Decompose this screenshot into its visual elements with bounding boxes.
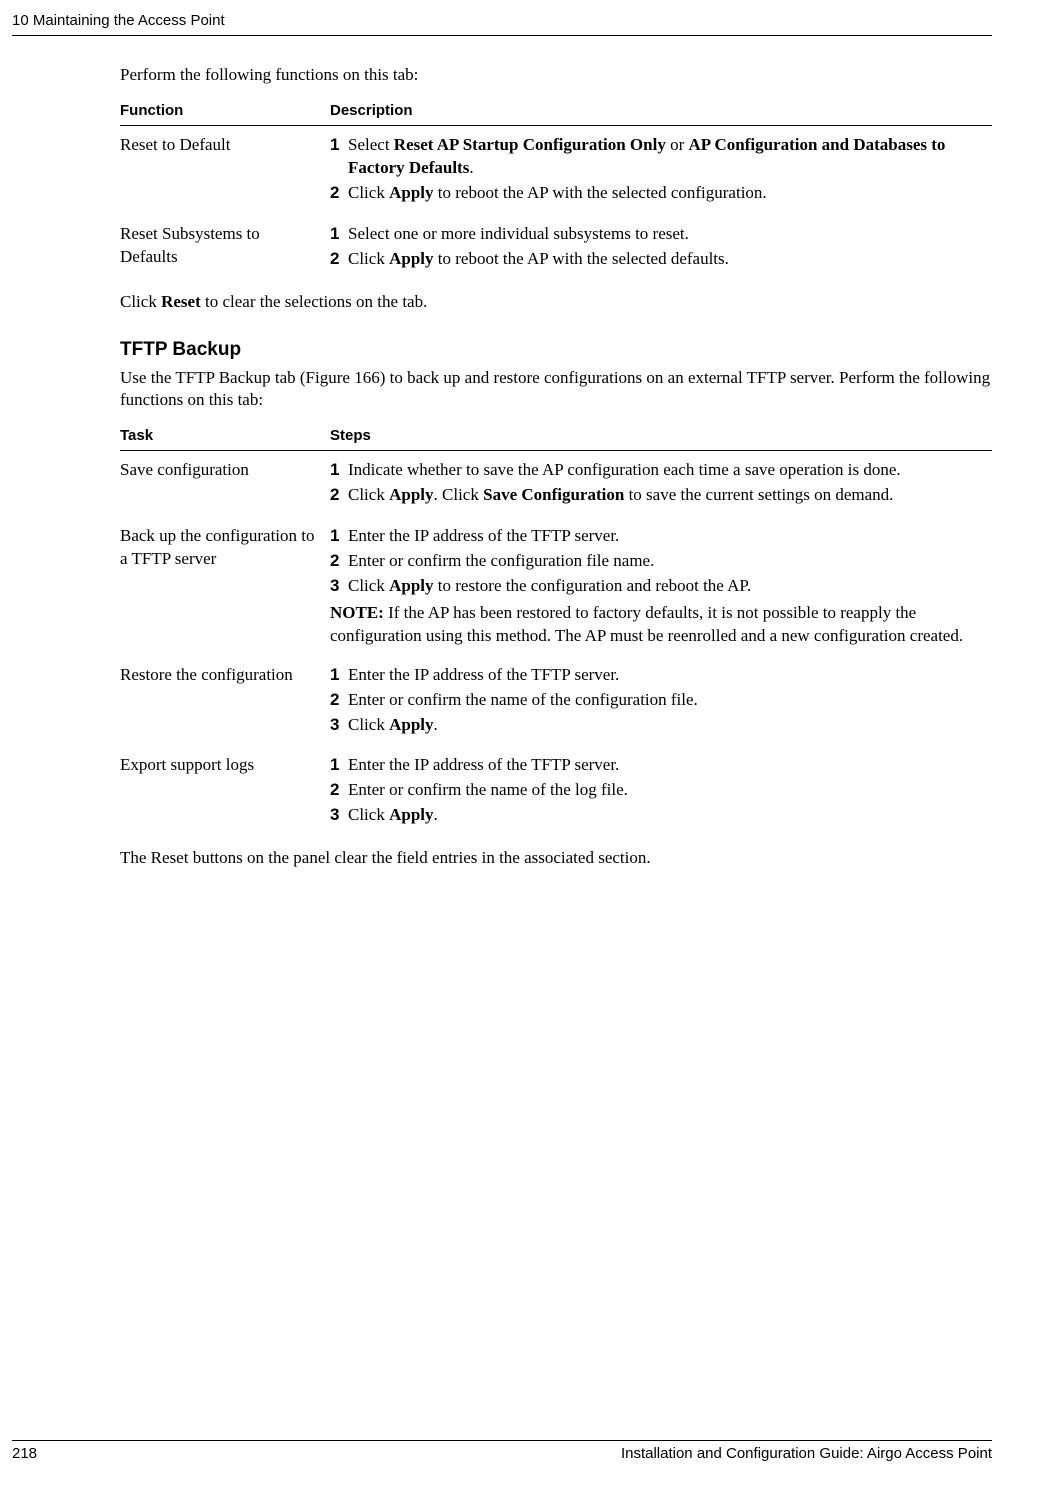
step-text-pre: Click bbox=[348, 183, 389, 202]
step-text: Click Apply to reboot the AP with the se… bbox=[348, 182, 982, 205]
note-label: NOTE: bbox=[330, 603, 384, 622]
table2-row3-task: Export support logs bbox=[120, 746, 330, 837]
step-text-bold: Apply bbox=[389, 715, 433, 734]
step-text: Enter the IP address of the TFTP server. bbox=[348, 664, 982, 687]
step-text-mid: . bbox=[434, 715, 438, 734]
table-row: Reset to Default 1 Select Reset AP Start… bbox=[120, 126, 992, 215]
chapter-title: 10 Maintaining the Access Point bbox=[12, 12, 225, 29]
step-text-pre: Click bbox=[348, 485, 389, 504]
table-row: Export support logs 1 Enter the IP addre… bbox=[120, 746, 992, 837]
step-number: 3 bbox=[330, 714, 348, 737]
table2-header-steps: Steps bbox=[330, 421, 992, 451]
note-text: If the AP has been restored to factory d… bbox=[330, 603, 963, 645]
note-block: NOTE: If the AP has been restored to fac… bbox=[330, 602, 982, 648]
after-table2-paragraph: The Reset buttons on the panel clear the… bbox=[120, 847, 992, 869]
step-number: 1 bbox=[330, 754, 348, 777]
tftp-backup-heading: TFTP Backup bbox=[120, 339, 992, 361]
step-text-bold: Apply bbox=[389, 249, 433, 268]
main-content: Perform the following functions on this … bbox=[120, 64, 992, 869]
table2-header-task: Task bbox=[120, 421, 330, 451]
step-text-bold: Apply bbox=[389, 576, 433, 595]
step-text-bold2: Save Configuration bbox=[483, 485, 624, 504]
step-number: 1 bbox=[330, 134, 348, 180]
table2-row1-task: Back up the configuration to a TFTP serv… bbox=[120, 517, 330, 656]
step-number: 2 bbox=[330, 182, 348, 205]
table2-row2-steps: 1 Enter the IP address of the TFTP serve… bbox=[330, 656, 992, 747]
step-text-pre: Click bbox=[348, 715, 389, 734]
step-text-mid: or bbox=[666, 135, 689, 154]
step-number: 2 bbox=[330, 779, 348, 802]
step-text-post: . bbox=[469, 158, 473, 177]
after-table1-paragraph: Click Reset to clear the selections on t… bbox=[120, 291, 992, 313]
intro-paragraph-1: Perform the following functions on this … bbox=[120, 64, 992, 86]
step-text-bold: Reset AP Startup Configuration Only bbox=[394, 135, 666, 154]
step-number: 2 bbox=[330, 689, 348, 712]
after-table1-post: to clear the selections on the tab. bbox=[201, 292, 428, 311]
step-text: Click Apply to reboot the AP with the se… bbox=[348, 248, 982, 271]
step-text-bold: Apply bbox=[389, 485, 433, 504]
step-text: Enter the IP address of the TFTP server. bbox=[348, 525, 982, 548]
table2-row2-task: Restore the configuration bbox=[120, 656, 330, 747]
table1-row0-description: 1 Select Reset AP Startup Configuration … bbox=[330, 126, 992, 215]
step-text: Enter or confirm the name of the log fil… bbox=[348, 779, 982, 802]
table-row: Reset Subsystems to Defaults 1 Select on… bbox=[120, 215, 992, 281]
table-row: Restore the configuration 1 Enter the IP… bbox=[120, 656, 992, 747]
step-text: Click Apply. Click Save Configuration to… bbox=[348, 484, 982, 507]
step-text-pre: Click bbox=[348, 249, 389, 268]
step-number: 1 bbox=[330, 223, 348, 246]
table-row: Back up the configuration to a TFTP serv… bbox=[120, 517, 992, 656]
step-text-bold: Apply bbox=[389, 183, 433, 202]
step-text-pre: Select bbox=[348, 135, 394, 154]
step-text: Enter or confirm the name of the configu… bbox=[348, 689, 982, 712]
step-text-pre: Click bbox=[348, 576, 389, 595]
table1-row0-function: Reset to Default bbox=[120, 126, 330, 215]
page-footer: 218 Installation and Configuration Guide… bbox=[12, 1440, 992, 1462]
table2-row3-steps: 1 Enter the IP address of the TFTP serve… bbox=[330, 746, 992, 837]
table1-header-description: Description bbox=[330, 96, 992, 126]
step-text: Enter or confirm the configuration file … bbox=[348, 550, 982, 573]
step-text: Click Apply. bbox=[348, 714, 982, 737]
step-text-mid: to reboot the AP with the selected confi… bbox=[434, 183, 767, 202]
step-number: 1 bbox=[330, 664, 348, 687]
step-number: 3 bbox=[330, 804, 348, 827]
step-text-pre: Click bbox=[348, 805, 389, 824]
table1-row1-function: Reset Subsystems to Defaults bbox=[120, 215, 330, 281]
step-text-mid: to reboot the AP with the selected defau… bbox=[434, 249, 729, 268]
step-number: 3 bbox=[330, 575, 348, 598]
table2-row0-task: Save configuration bbox=[120, 451, 330, 517]
step-text-mid: . Click bbox=[434, 485, 484, 504]
table2-row1-steps: 1 Enter the IP address of the TFTP serve… bbox=[330, 517, 992, 656]
step-text-mid: . bbox=[434, 805, 438, 824]
page-header: 10 Maintaining the Access Point bbox=[12, 12, 992, 36]
step-text-bold: Apply bbox=[389, 805, 433, 824]
table1-row1-description: 1 Select one or more individual subsyste… bbox=[330, 215, 992, 281]
after-table1-bold: Reset bbox=[161, 292, 201, 311]
step-number: 2 bbox=[330, 484, 348, 507]
step-text: Click Apply. bbox=[348, 804, 982, 827]
table2-row0-steps: 1 Indicate whether to save the AP config… bbox=[330, 451, 992, 517]
step-text-mid: to restore the configuration and reboot … bbox=[434, 576, 752, 595]
step-text: Select one or more individual subsystems… bbox=[348, 223, 982, 246]
step-text: Indicate whether to save the AP configur… bbox=[348, 459, 982, 482]
page-number: 218 bbox=[12, 1445, 37, 1462]
step-number: 2 bbox=[330, 550, 348, 573]
step-text: Enter the IP address of the TFTP server. bbox=[348, 754, 982, 777]
functions-table: Function Description Reset to Default 1 … bbox=[120, 96, 992, 281]
step-text: Click Apply to restore the configuration… bbox=[348, 575, 982, 598]
step-text: Select Reset AP Startup Configuration On… bbox=[348, 134, 982, 180]
doc-title: Installation and Configuration Guide: Ai… bbox=[621, 1445, 992, 1462]
table1-header-function: Function bbox=[120, 96, 330, 126]
table-row: Save configuration 1 Indicate whether to… bbox=[120, 451, 992, 517]
tasks-table: Task Steps Save configuration 1 Indicate… bbox=[120, 421, 992, 837]
after-table1-pre: Click bbox=[120, 292, 161, 311]
intro-paragraph-2: Use the TFTP Backup tab (Figure 166) to … bbox=[120, 367, 992, 411]
step-text-post: to save the current settings on demand. bbox=[624, 485, 893, 504]
step-number: 2 bbox=[330, 248, 348, 271]
step-number: 1 bbox=[330, 525, 348, 548]
step-number: 1 bbox=[330, 459, 348, 482]
